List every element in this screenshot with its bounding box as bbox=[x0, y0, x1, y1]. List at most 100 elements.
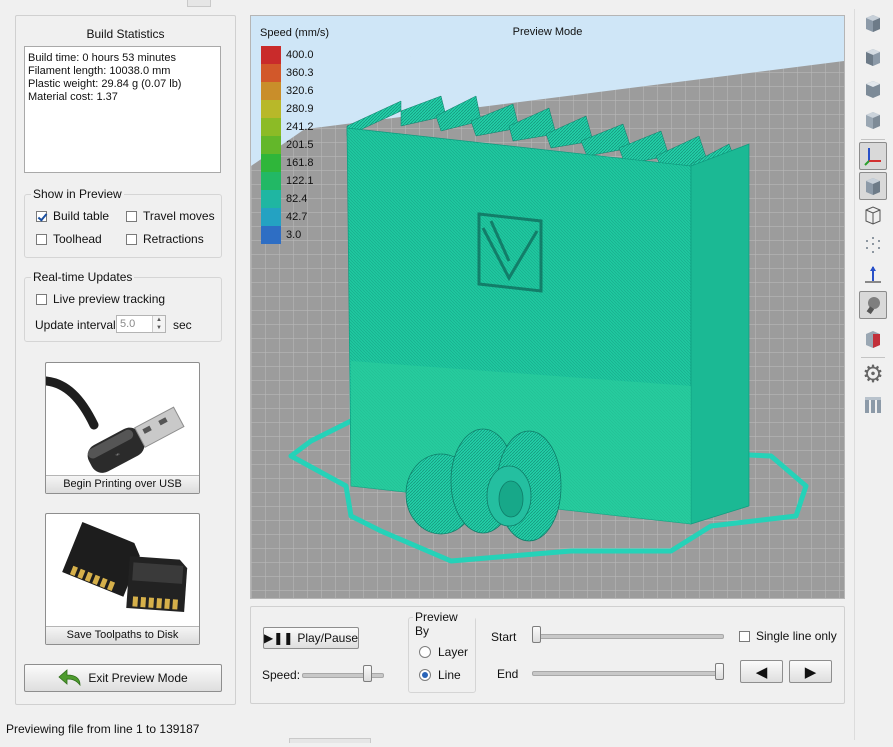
end-slider-handle[interactable] bbox=[715, 663, 724, 680]
previous-line-button[interactable]: ◀ bbox=[740, 660, 783, 683]
settings-button[interactable]: ⚙ bbox=[859, 361, 887, 389]
legend-swatch bbox=[261, 64, 281, 82]
section-view-button[interactable] bbox=[859, 325, 887, 353]
update-interval-unit: sec bbox=[173, 318, 192, 332]
preview-viewport[interactable]: Preview Mode Speed (mm/s) 400.0 360.3 320.… bbox=[250, 15, 845, 599]
update-interval-label: Update interval bbox=[35, 318, 116, 332]
preview-by-title: Preview By bbox=[413, 610, 475, 638]
view-side-button[interactable] bbox=[859, 43, 887, 71]
build-statistics-box: Build time: 0 hours 53 minutes Filament … bbox=[24, 46, 221, 173]
preview-by-layer-label: Layer bbox=[438, 645, 469, 659]
legend-swatch bbox=[261, 172, 281, 190]
view-top-button[interactable] bbox=[859, 75, 887, 103]
speed-legend-title: Speed (mm/s) bbox=[260, 27, 330, 39]
stat-filament-length: Filament length: 10038.0 mm bbox=[28, 65, 171, 77]
exit-preview-mode-button[interactable]: Exit Preview Mode bbox=[24, 664, 222, 692]
realtime-updates-title: Real-time Updates bbox=[31, 270, 135, 284]
legend-value: 360.3 bbox=[286, 67, 314, 79]
build-table-option[interactable]: Build table bbox=[36, 209, 109, 223]
layers-button[interactable] bbox=[859, 391, 887, 419]
preview-by-layer-radio[interactable] bbox=[419, 646, 431, 658]
end-label: End bbox=[497, 667, 519, 681]
legend-swatch bbox=[261, 136, 281, 154]
realtime-updates-group: Real-time Updates Live preview tracking … bbox=[24, 270, 222, 342]
build-plate-scene bbox=[251, 46, 844, 598]
start-label: Start bbox=[491, 630, 517, 644]
start-slider-track[interactable] bbox=[532, 634, 724, 639]
travel-moves-option[interactable]: Travel moves bbox=[126, 209, 215, 223]
wireframe-view-button[interactable] bbox=[859, 201, 887, 229]
travel-moves-checkbox[interactable] bbox=[126, 210, 137, 222]
next-line-button[interactable]: ▶ bbox=[789, 660, 832, 683]
play-pause-label: Play/Pause bbox=[297, 631, 359, 645]
save-toolpaths-disk-button[interactable]: Save Toolpaths to Disk bbox=[45, 513, 200, 645]
speed-label: Speed: bbox=[262, 668, 301, 682]
toggle-axes-button[interactable] bbox=[859, 142, 887, 170]
normals-view-button[interactable] bbox=[859, 261, 887, 289]
preview-by-line-option[interactable]: Line bbox=[419, 668, 461, 682]
toolhead-option[interactable]: Toolhead bbox=[36, 232, 102, 246]
normals-icon bbox=[865, 266, 881, 283]
play-pause-button[interactable]: ▶❚❚ Play/Pause bbox=[263, 627, 359, 649]
stat-plastic-weight: Plastic weight: 29.84 g (0.07 lb) bbox=[28, 78, 182, 90]
travel-moves-label: Travel moves bbox=[143, 209, 215, 223]
usb-cable-icon: ⌁ bbox=[41, 376, 185, 473]
legend-swatch bbox=[261, 118, 281, 136]
stat-material-cost: Material cost: 1.37 bbox=[28, 91, 118, 103]
right-triangle-icon: ▶ bbox=[804, 663, 817, 681]
point-cloud-icon bbox=[866, 237, 880, 253]
legend-value: 122.1 bbox=[286, 175, 314, 187]
legend-swatch bbox=[261, 154, 281, 172]
build-table-checkbox[interactable] bbox=[36, 210, 47, 222]
retractions-option[interactable]: Retractions bbox=[126, 232, 204, 246]
retractions-label: Retractions bbox=[143, 232, 204, 246]
preview-mode-title: Preview Mode bbox=[512, 26, 583, 38]
live-preview-label: Live preview tracking bbox=[53, 292, 166, 306]
single-line-checkbox[interactable] bbox=[739, 630, 750, 642]
preview-by-line-label: Line bbox=[438, 668, 461, 682]
window-tab-handle bbox=[187, 0, 211, 7]
update-interval-spinbox[interactable]: 5.0 ▲ ▼ bbox=[116, 315, 166, 333]
axes-icon bbox=[864, 148, 881, 166]
legend-value: 82.4 bbox=[286, 193, 308, 205]
save-toolpaths-disk-label: Save Toolpaths to Disk bbox=[46, 626, 199, 644]
exit-preview-mode-label: Exit Preview Mode bbox=[88, 671, 188, 685]
left-panel: Build Statistics Build time: 0 hours 53 … bbox=[15, 15, 236, 705]
retractions-checkbox[interactable] bbox=[126, 233, 137, 245]
legend-value: 320.6 bbox=[286, 85, 314, 97]
light-bulb-icon bbox=[866, 297, 880, 315]
live-preview-option[interactable]: Live preview tracking bbox=[36, 292, 165, 306]
spin-arrows-icon[interactable]: ▲ ▼ bbox=[152, 316, 165, 332]
legend-swatch bbox=[261, 82, 281, 100]
bars-icon bbox=[865, 397, 881, 413]
show-in-preview-title: Show in Preview bbox=[31, 187, 124, 201]
legend-swatch bbox=[261, 208, 281, 226]
update-interval-value: 5.0 bbox=[120, 318, 136, 330]
preview-by-layer-option[interactable]: Layer bbox=[419, 645, 468, 659]
speed-slider-handle[interactable] bbox=[363, 665, 373, 682]
solid-cube-icon bbox=[866, 178, 880, 195]
show-in-preview-group: Show in Preview Build table Travel moves… bbox=[24, 187, 222, 258]
toolhead-checkbox[interactable] bbox=[36, 233, 47, 245]
end-slider-track[interactable] bbox=[532, 671, 724, 676]
gear-icon: ⚙ bbox=[862, 361, 884, 388]
preview-by-line-radio[interactable] bbox=[419, 669, 431, 681]
section-cube-icon bbox=[866, 331, 880, 348]
live-preview-checkbox[interactable] bbox=[36, 293, 47, 305]
preview-by-group: Preview By Layer Line bbox=[408, 610, 476, 693]
view-front-button[interactable] bbox=[859, 9, 887, 37]
view-iso-button[interactable] bbox=[859, 106, 887, 134]
sd-card-icon bbox=[62, 521, 188, 613]
lighting-button[interactable] bbox=[859, 291, 887, 319]
points-view-button[interactable] bbox=[859, 231, 887, 259]
wireframe-cube-icon bbox=[865, 206, 881, 225]
begin-printing-usb-button[interactable]: ⌁ Begin Printing over USB bbox=[41, 362, 200, 494]
start-slider-handle[interactable] bbox=[532, 626, 541, 643]
legend-swatch bbox=[261, 226, 281, 244]
playback-controls: ▶❚❚ Play/Pause Speed: Preview By Layer L… bbox=[250, 606, 845, 704]
speed-legend bbox=[261, 46, 281, 244]
legend-value: 161.8 bbox=[286, 157, 314, 169]
solid-view-button[interactable] bbox=[859, 172, 887, 200]
single-line-option[interactable]: Single line only bbox=[739, 629, 837, 643]
legend-swatch bbox=[261, 46, 281, 64]
